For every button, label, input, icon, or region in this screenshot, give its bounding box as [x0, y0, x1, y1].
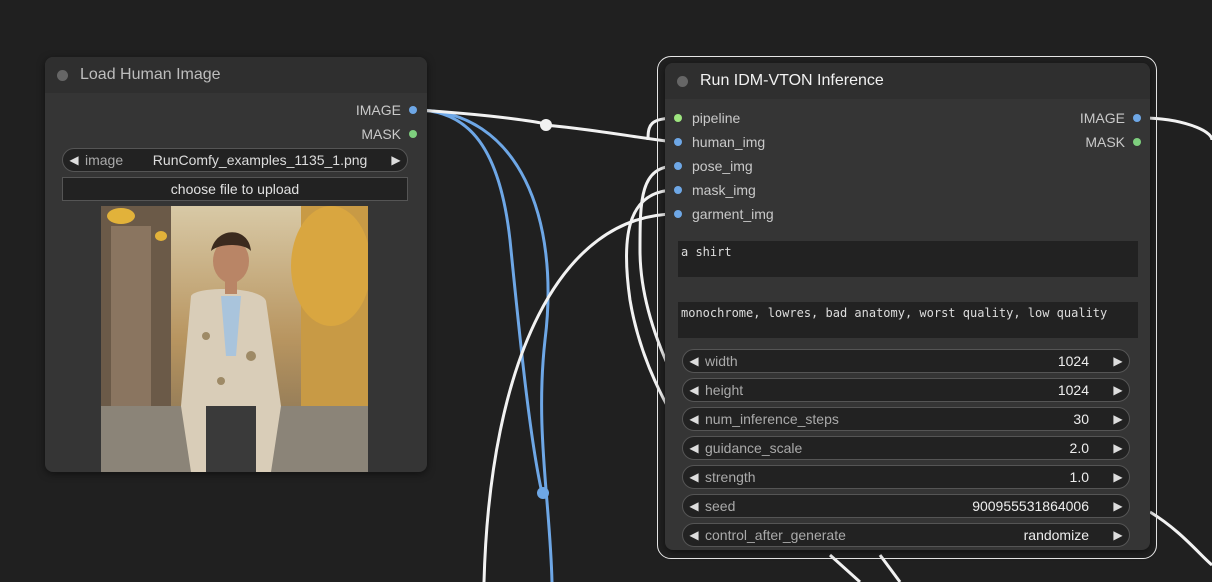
image-combo[interactable]: ◀ image RunComfy_examples_1135_1.png ▶	[62, 148, 408, 172]
image-preview	[101, 206, 368, 472]
seed-widget[interactable]: ◀ seed 900955531864006 ▶	[682, 494, 1130, 518]
num-inference-steps-widget[interactable]: ◀ num_inference_steps 30 ▶	[682, 407, 1130, 431]
input-port-icon[interactable]	[674, 186, 682, 194]
guidance-scale-widget[interactable]: ◀ guidance_scale 2.0 ▶	[682, 436, 1130, 460]
right-arrow-icon[interactable]: ▶	[1107, 412, 1129, 426]
widget-label: height	[705, 382, 744, 398]
widget-value: 1024	[1057, 353, 1089, 369]
input-garment-img[interactable]: garment_img	[674, 204, 774, 224]
widget-value: 2.0	[1069, 440, 1089, 456]
output-port-icon[interactable]	[1133, 138, 1141, 146]
collapse-dot-icon[interactable]	[57, 69, 68, 81]
widget-label: strength	[705, 469, 756, 485]
right-arrow-icon[interactable]: ▶	[1107, 499, 1129, 513]
combo-value: RunComfy_examples_1135_1.png	[152, 152, 368, 168]
widget-value: 900955531864006	[972, 498, 1089, 514]
left-arrow-icon[interactable]: ◀	[683, 441, 705, 455]
widget-label: num_inference_steps	[705, 411, 839, 427]
input-mask-img[interactable]: mask_img	[674, 180, 756, 200]
input-port-icon[interactable]	[674, 114, 682, 122]
output-port-icon[interactable]	[1133, 114, 1141, 122]
node-header[interactable]: Run IDM-VTON Inference	[665, 63, 1150, 99]
wire-reroute-dot-blue	[537, 487, 549, 499]
output-label: IMAGE	[355, 102, 401, 118]
wire-reroute-dot-white	[540, 119, 552, 131]
input-port-icon[interactable]	[674, 138, 682, 146]
output-label: MASK	[1085, 134, 1125, 150]
node-header[interactable]: Load Human Image	[45, 57, 427, 93]
input-human-img[interactable]: human_img	[674, 132, 765, 152]
graph-canvas[interactable]: Load Human Image IMAGE MASK ◀ image RunC…	[0, 0, 1212, 582]
wire-image-to-down-1	[415, 108, 554, 582]
right-arrow-icon[interactable]: ▶	[1107, 441, 1129, 455]
input-port-icon[interactable]	[674, 210, 682, 218]
left-arrow-icon[interactable]: ◀	[63, 153, 85, 167]
run-idm-vton-node[interactable]: Run IDM-VTON Inference pipeline human_im…	[665, 63, 1150, 550]
right-arrow-icon[interactable]: ▶	[1107, 354, 1129, 368]
widget-label: seed	[705, 498, 736, 514]
control-after-generate-widget[interactable]: ◀ control_after_generate randomize ▶	[682, 523, 1130, 547]
right-arrow-icon[interactable]: ▶	[1107, 470, 1129, 484]
upload-button[interactable]: choose file to upload	[62, 177, 408, 201]
input-label: human_img	[692, 134, 766, 150]
output-mask[interactable]: MASK	[361, 124, 417, 144]
left-arrow-icon[interactable]: ◀	[683, 470, 705, 484]
right-arrow-icon[interactable]: ▶	[385, 153, 407, 167]
load-human-image-node[interactable]: Load Human Image IMAGE MASK ◀ image RunC…	[45, 57, 427, 472]
input-label: mask_img	[692, 182, 756, 198]
left-arrow-icon[interactable]: ◀	[683, 412, 705, 426]
height-widget[interactable]: ◀ height 1024 ▶	[682, 378, 1130, 402]
negative-prompt-textarea[interactable]: monochrome, lowres, bad anatomy, worst q…	[678, 302, 1138, 338]
widget-value: 1.0	[1069, 469, 1089, 485]
left-arrow-icon[interactable]: ◀	[683, 383, 705, 397]
output-port-icon[interactable]	[409, 106, 417, 114]
output-label: IMAGE	[1079, 110, 1125, 126]
widget-label: width	[705, 353, 738, 369]
wire-bottom-2	[878, 554, 902, 582]
output-image[interactable]: IMAGE	[1080, 108, 1141, 128]
widget-label: control_after_generate	[705, 527, 846, 543]
output-port-icon[interactable]	[409, 130, 417, 138]
node-title: Load Human Image	[80, 66, 221, 83]
widget-label: guidance_scale	[705, 440, 803, 456]
collapse-dot-icon[interactable]	[677, 75, 688, 87]
output-image[interactable]: IMAGE	[356, 100, 417, 120]
prompt-textarea[interactable]: a shirt	[678, 241, 1138, 277]
left-arrow-icon[interactable]: ◀	[683, 354, 705, 368]
output-mask[interactable]: MASK	[1085, 132, 1141, 152]
input-port-icon[interactable]	[674, 162, 682, 170]
right-arrow-icon[interactable]: ▶	[1107, 383, 1129, 397]
strength-widget[interactable]: ◀ strength 1.0 ▶	[682, 465, 1130, 489]
output-label: MASK	[361, 126, 401, 142]
wire-bottom-right	[1149, 510, 1212, 567]
left-arrow-icon[interactable]: ◀	[683, 499, 705, 513]
node-title: Run IDM-VTON Inference	[700, 72, 884, 89]
widget-value: 30	[1073, 411, 1089, 427]
combo-label: image	[85, 152, 124, 168]
widget-value: randomize	[1023, 527, 1089, 543]
input-label: pipeline	[692, 110, 741, 126]
left-arrow-icon[interactable]: ◀	[683, 528, 705, 542]
right-arrow-icon[interactable]: ▶	[1107, 528, 1129, 542]
input-label: garment_img	[692, 206, 774, 222]
person-photo-illustration	[101, 206, 368, 472]
width-widget[interactable]: ◀ width 1024 ▶	[682, 349, 1130, 373]
wire-image-to-down-2	[415, 108, 544, 494]
widget-value: 1024	[1057, 382, 1089, 398]
input-pipeline[interactable]: pipeline	[674, 108, 740, 128]
input-label: pose_img	[692, 158, 753, 174]
input-pose-img[interactable]: pose_img	[674, 156, 753, 176]
wire-bottom-1	[828, 553, 862, 582]
